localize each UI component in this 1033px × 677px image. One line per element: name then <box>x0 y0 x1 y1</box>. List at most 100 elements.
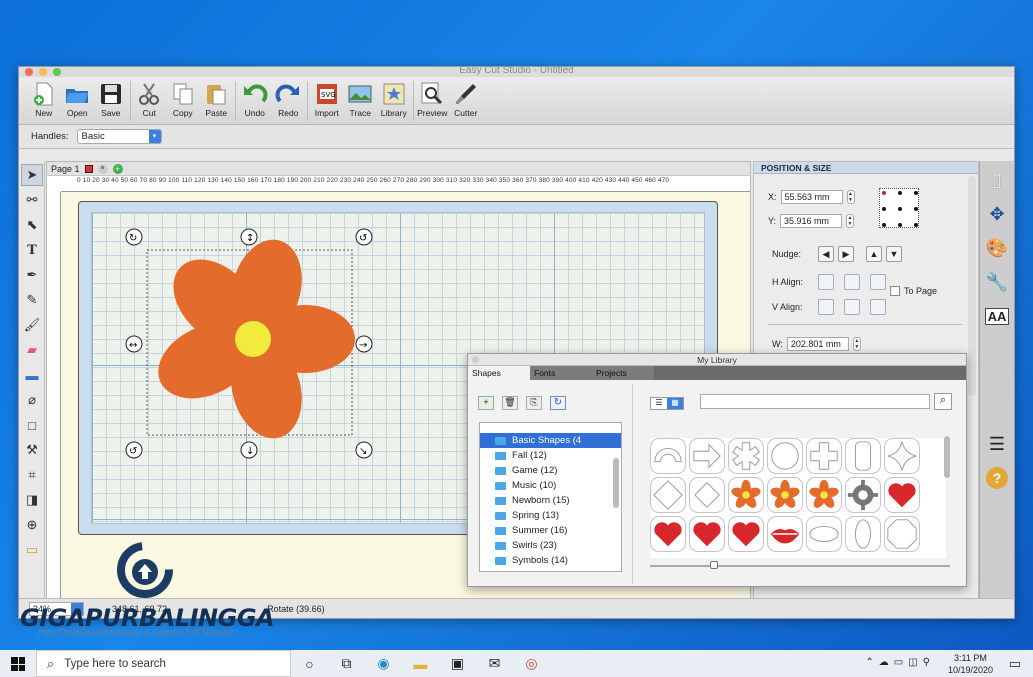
cutter-button[interactable]: Cutter <box>449 77 483 118</box>
tab-projects[interactable]: Projects <box>592 366 654 380</box>
library-close-button[interactable] <box>472 356 479 363</box>
pencil-tool[interactable]: ✎ <box>21 289 43 311</box>
shape-thumbnail[interactable] <box>767 438 803 474</box>
chrome-icon[interactable]: ◎ <box>513 655 550 672</box>
library-category-item[interactable]: Spring (13) <box>480 508 621 523</box>
x-stepper[interactable]: ▲ ▼ <box>846 190 855 204</box>
edge-browser-icon[interactable]: ◉ <box>365 655 402 672</box>
shape-thumbnail[interactable] <box>806 477 842 513</box>
undo-button[interactable]: Undo <box>238 77 272 118</box>
library-category-item[interactable]: Basic Shapes (4 <box>480 433 621 448</box>
import-shape-icon[interactable]: ⎘ <box>526 396 542 410</box>
eyedropper-tool[interactable]: ⌀ <box>21 389 43 411</box>
node-edit-tool[interactable]: ⚯ <box>21 189 43 211</box>
w-field[interactable]: 202.801 mm <box>786 337 849 351</box>
align-bottom-button[interactable] <box>870 299 886 315</box>
notifications-icon[interactable]: ▭ <box>1009 656 1021 672</box>
library-category-item[interactable]: Music (10) <box>480 478 621 493</box>
add-page-icon[interactable]: + <box>112 163 123 174</box>
layers-panel-button[interactable]: ☰ <box>984 431 1010 457</box>
page-tab[interactable]: Page 1 <box>51 164 80 174</box>
tab-fonts[interactable]: Fonts <box>530 366 592 380</box>
pen-tool[interactable]: ✒ <box>21 264 43 286</box>
align-center-v-button[interactable] <box>844 299 860 315</box>
nudge-left-button[interactable]: ◀ <box>818 246 834 262</box>
reference-point-grid[interactable] <box>879 188 919 228</box>
view-toggle[interactable]: ☰ ▦ <box>650 397 684 410</box>
shape-thumbnail[interactable] <box>806 438 842 474</box>
close-page-icon[interactable]: × <box>97 163 108 174</box>
shape-tool[interactable]: □ <box>21 414 43 436</box>
shape-thumbnail[interactable] <box>689 438 725 474</box>
copy-button[interactable]: Copy <box>166 77 200 118</box>
text-panel-button[interactable]: AA <box>984 303 1010 329</box>
windows-start-icon[interactable] <box>11 657 25 671</box>
shape-thumbnail[interactable] <box>845 516 881 552</box>
y-stepper[interactable]: ▲ ▼ <box>846 214 855 228</box>
rectangle-tool[interactable]: ▬ <box>21 364 43 386</box>
tab-shapes[interactable]: Shapes <box>468 366 530 380</box>
store-icon[interactable]: ▣ <box>439 655 476 672</box>
ruler-tool[interactable]: ▭ <box>21 539 43 561</box>
zoom-tool[interactable]: ⊕ <box>21 514 43 536</box>
shape-thumbnail[interactable] <box>728 516 764 552</box>
new-folder-icon[interactable]: + <box>478 396 494 410</box>
task-view-icon[interactable]: ⧉ <box>328 655 365 672</box>
w-stepper[interactable]: ▲ ▼ <box>852 337 861 351</box>
thumbnail-size-slider[interactable] <box>650 561 950 569</box>
paste-button[interactable]: Paste <box>200 77 234 118</box>
save-button[interactable]: Save <box>94 77 128 118</box>
grid-view-icon[interactable]: ▦ <box>667 398 683 409</box>
mail-icon[interactable]: ✉ <box>476 655 513 672</box>
eraser-tool[interactable]: ▰ <box>21 339 43 361</box>
help-button[interactable]: ? <box>984 465 1010 491</box>
library-category-item[interactable]: Swirls (23) <box>480 538 621 553</box>
shape-thumbnail[interactable] <box>650 438 686 474</box>
shape-thumbnail[interactable] <box>767 516 803 552</box>
shape-thumbnail[interactable] <box>884 438 920 474</box>
brush-tool[interactable]: 🖌 <box>21 314 43 336</box>
taskbar-search-input[interactable]: ⌕ Type here to search <box>36 650 291 677</box>
panel-scrollbar[interactable] <box>968 176 976 396</box>
library-category-item[interactable]: Game (12) <box>480 463 621 478</box>
library-category-item[interactable]: Symbols (14) <box>480 553 621 568</box>
preview-button[interactable]: Preview <box>416 77 450 118</box>
shape-thumbnail[interactable] <box>884 516 920 552</box>
taskbar-clock[interactable]: 3:11 PM 10/19/2020 <box>948 652 993 676</box>
list-view-icon[interactable]: ☰ <box>651 398 667 409</box>
subselect-tool[interactable]: ⬉ <box>21 214 43 236</box>
trash-icon[interactable]: 🗑 <box>502 396 518 410</box>
knife-tool[interactable]: ⚒ <box>21 439 43 461</box>
slider-knob[interactable] <box>710 561 718 569</box>
library-category-item[interactable]: Fall (12) <box>480 448 621 463</box>
nudge-down-button[interactable]: ▼ <box>886 246 902 262</box>
shape-thumbnail[interactable] <box>650 516 686 552</box>
select-tool[interactable]: ➤ <box>21 164 43 186</box>
page-color-icon[interactable] <box>84 164 93 173</box>
crop-tool[interactable]: ⌗ <box>21 464 43 486</box>
shape-thumbnail[interactable] <box>728 438 764 474</box>
grid-scrollbar[interactable] <box>944 436 950 478</box>
document-panel-button[interactable]: ▯ <box>984 167 1010 193</box>
search-button[interactable]: ⌕ <box>934 393 952 410</box>
shape-thumbnail[interactable] <box>845 477 881 513</box>
library-category-item[interactable]: Summer (16) <box>480 523 621 538</box>
handles-select[interactable]: Basic ▾ <box>76 129 162 144</box>
cortana-icon[interactable]: ○ <box>291 656 328 672</box>
to-page-checkbox[interactable] <box>890 286 900 296</box>
nudge-right-button[interactable]: ▶ <box>838 246 854 262</box>
nudge-up-button[interactable]: ▲ <box>866 246 882 262</box>
shape-thumbnail[interactable] <box>806 516 842 552</box>
y-field[interactable]: 35.916 mm <box>780 214 843 228</box>
x-field[interactable]: 55.563 mm <box>780 190 843 204</box>
align-right-button[interactable] <box>870 274 886 290</box>
shape-thumbnail[interactable] <box>689 516 725 552</box>
splitter[interactable] <box>632 384 636 584</box>
cut-button[interactable]: Cut <box>133 77 167 118</box>
shape-thumbnail[interactable] <box>728 477 764 513</box>
align-left-button[interactable] <box>818 274 834 290</box>
color-panel-button[interactable]: 🎨 <box>984 235 1010 261</box>
trace-button[interactable]: Trace <box>344 77 378 118</box>
new-button[interactable]: New <box>27 77 61 118</box>
shape-thumbnail[interactable] <box>884 477 920 513</box>
